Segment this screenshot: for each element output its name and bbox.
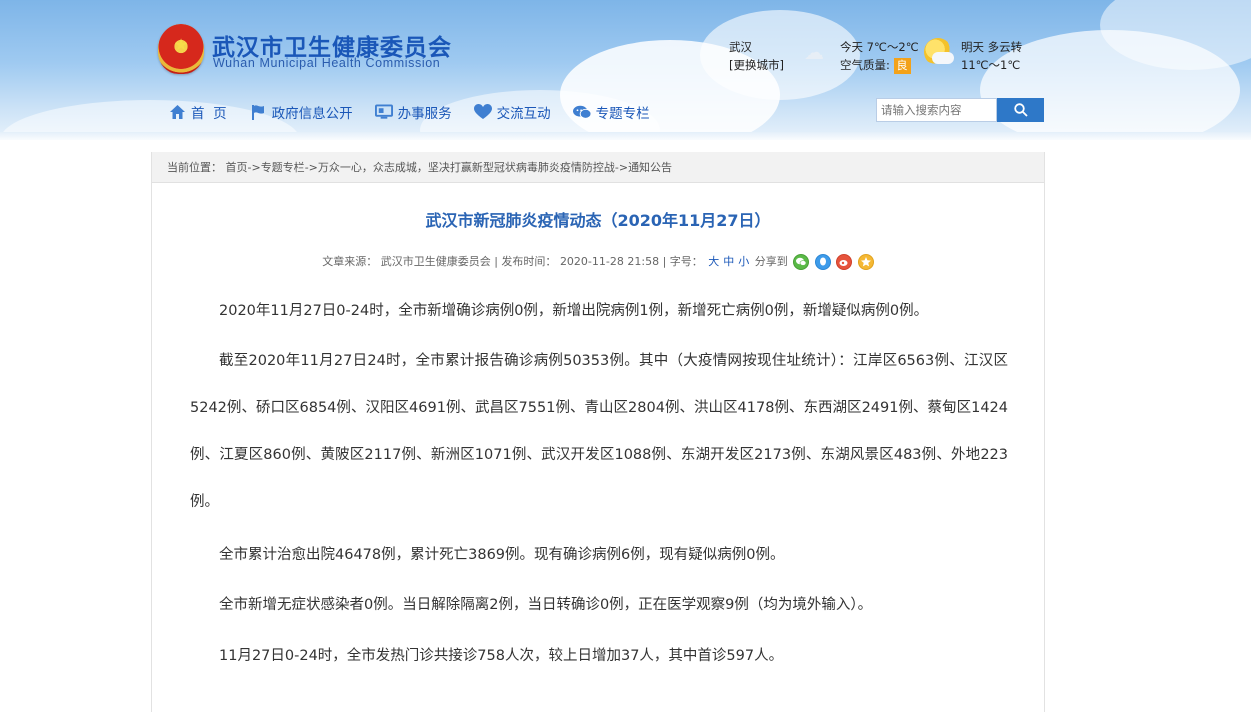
source-label: 文章来源： <box>322 255 378 268</box>
weibo-share-icon[interactable] <box>836 254 853 270</box>
article-source: 武汉市卫生健康委员会 <box>380 255 491 268</box>
publish-label: | 发布时间： <box>494 255 557 268</box>
header-fade <box>0 132 1251 140</box>
tomorrow-forecast: 明天 多云转 <box>961 40 1023 54</box>
nav-item-gov-info[interactable]: 政府信息公开 <box>249 102 353 122</box>
search-button[interactable] <box>997 98 1044 122</box>
nav-label: 首 页 <box>191 106 227 122</box>
publish-time: 2020-11-28 21:58 <box>559 255 660 268</box>
font-size-small-button[interactable]: 小 <box>738 255 749 268</box>
fog-icon: ☁ <box>804 40 824 64</box>
today-temp: 今天 7℃～2℃ <box>840 40 919 54</box>
article-container: 当前位置： 首页->专题专栏->万众一心，众志成城，坚决打赢新型冠状病毒肺炎疫情… <box>151 152 1045 712</box>
breadcrumb-separator: -> <box>247 161 261 174</box>
nav-item-interaction[interactable]: 交流互动 <box>473 102 551 122</box>
weather-today: 今天 7℃～2℃ 空气质量: 良 <box>840 38 919 74</box>
breadcrumb-link-notices[interactable]: 通知公告 <box>628 161 672 174</box>
flag-icon <box>249 103 267 121</box>
nav-item-services[interactable]: 办事服务 <box>374 102 452 122</box>
city-name: 武汉 <box>729 40 752 54</box>
breadcrumb-link-home[interactable]: 首页 <box>226 161 248 174</box>
font-size-large-button[interactable]: 大 <box>708 255 719 268</box>
article-paragraph: 11月27日0-24时，全市发热门诊共接诊758人次，较上日增加37人，其中首诊… <box>219 648 784 664</box>
change-city-link[interactable]: [更换城市] <box>729 56 784 74</box>
article-title: 武汉市新冠肺炎疫情动态（2020年11月27日） <box>425 211 771 230</box>
article-paragraph: 截至2020年11月27日24时，全市累计报告确诊病例50353例。其中（大疫情… <box>190 353 1008 510</box>
chat-icon <box>572 103 591 121</box>
monitor-icon <box>374 103 393 121</box>
air-quality-label: 空气质量: <box>840 58 890 72</box>
nav-item-home[interactable]: 首 页 <box>168 102 227 122</box>
wechat-share-icon[interactable] <box>793 254 810 270</box>
breadcrumb: 当前位置： 首页->专题专栏->万众一心，众志成城，坚决打赢新型冠状病毒肺炎疫情… <box>152 152 1044 183</box>
article-meta: 文章来源： 武汉市卫生健康委员会 | 发布时间： 2020-11-28 21:5… <box>152 254 1044 270</box>
article-paragraph: 全市新增无症状感染者0例。当日解除隔离2例，当日转确诊0例，正在医学观察9例（均… <box>219 597 873 613</box>
breadcrumb-separator: -> <box>614 161 629 174</box>
search-input[interactable] <box>876 98 997 122</box>
font-size-label: | 字号： <box>662 255 703 268</box>
nav-label: 交流互动 <box>496 106 551 122</box>
main-nav: 首 页 政府信息公开 办事服务 交流互动 专题专栏 <box>168 102 672 122</box>
article-paragraph: 2020年11月27日0-24时，全市新增确诊病例0例，新增出院病例1例，新增死… <box>219 303 929 319</box>
nav-label: 办事服务 <box>397 106 452 122</box>
site-name-en[interactable]: Wuhan Municipal Health Commission <box>213 56 440 70</box>
qq-share-icon[interactable] <box>814 254 831 270</box>
nav-item-special-topics[interactable]: 专题专栏 <box>572 102 650 122</box>
share-label: 分享到 <box>754 255 788 268</box>
weather-tomorrow: 明天 多云转 11℃～1℃ <box>961 38 1022 74</box>
air-quality-badge: 良 <box>893 58 911 74</box>
home-icon <box>168 103 186 121</box>
city-widget: 武汉 [更换城市] <box>729 38 784 74</box>
nav-label: 政府信息公开 <box>271 106 353 122</box>
breadcrumb-separator: -> <box>304 161 318 174</box>
font-size-medium-button[interactable]: 中 <box>723 255 734 268</box>
partly-cloudy-icon <box>924 38 954 66</box>
tomorrow-temp: 11℃～1℃ <box>961 58 1021 72</box>
air-quality: 空气质量: 良 <box>840 56 919 74</box>
heart-icon <box>473 103 492 121</box>
breadcrumb-link-topics[interactable]: 专题专栏 <box>261 161 305 174</box>
qzone-share-icon[interactable] <box>857 254 874 270</box>
article-paragraph: 全市累计治愈出院46478例，累计死亡3869例。现有确诊病例6例，现有疑似病例… <box>219 547 785 563</box>
nav-label: 专题专栏 <box>595 106 650 122</box>
search-icon <box>1013 103 1028 117</box>
breadcrumb-link-covid-topic[interactable]: 万众一心，众志成城，坚决打赢新型冠状病毒肺炎疫情防控战 <box>318 161 615 174</box>
breadcrumb-label: 当前位置： <box>167 161 222 174</box>
emblem-star-icon: ★ <box>173 35 189 54</box>
